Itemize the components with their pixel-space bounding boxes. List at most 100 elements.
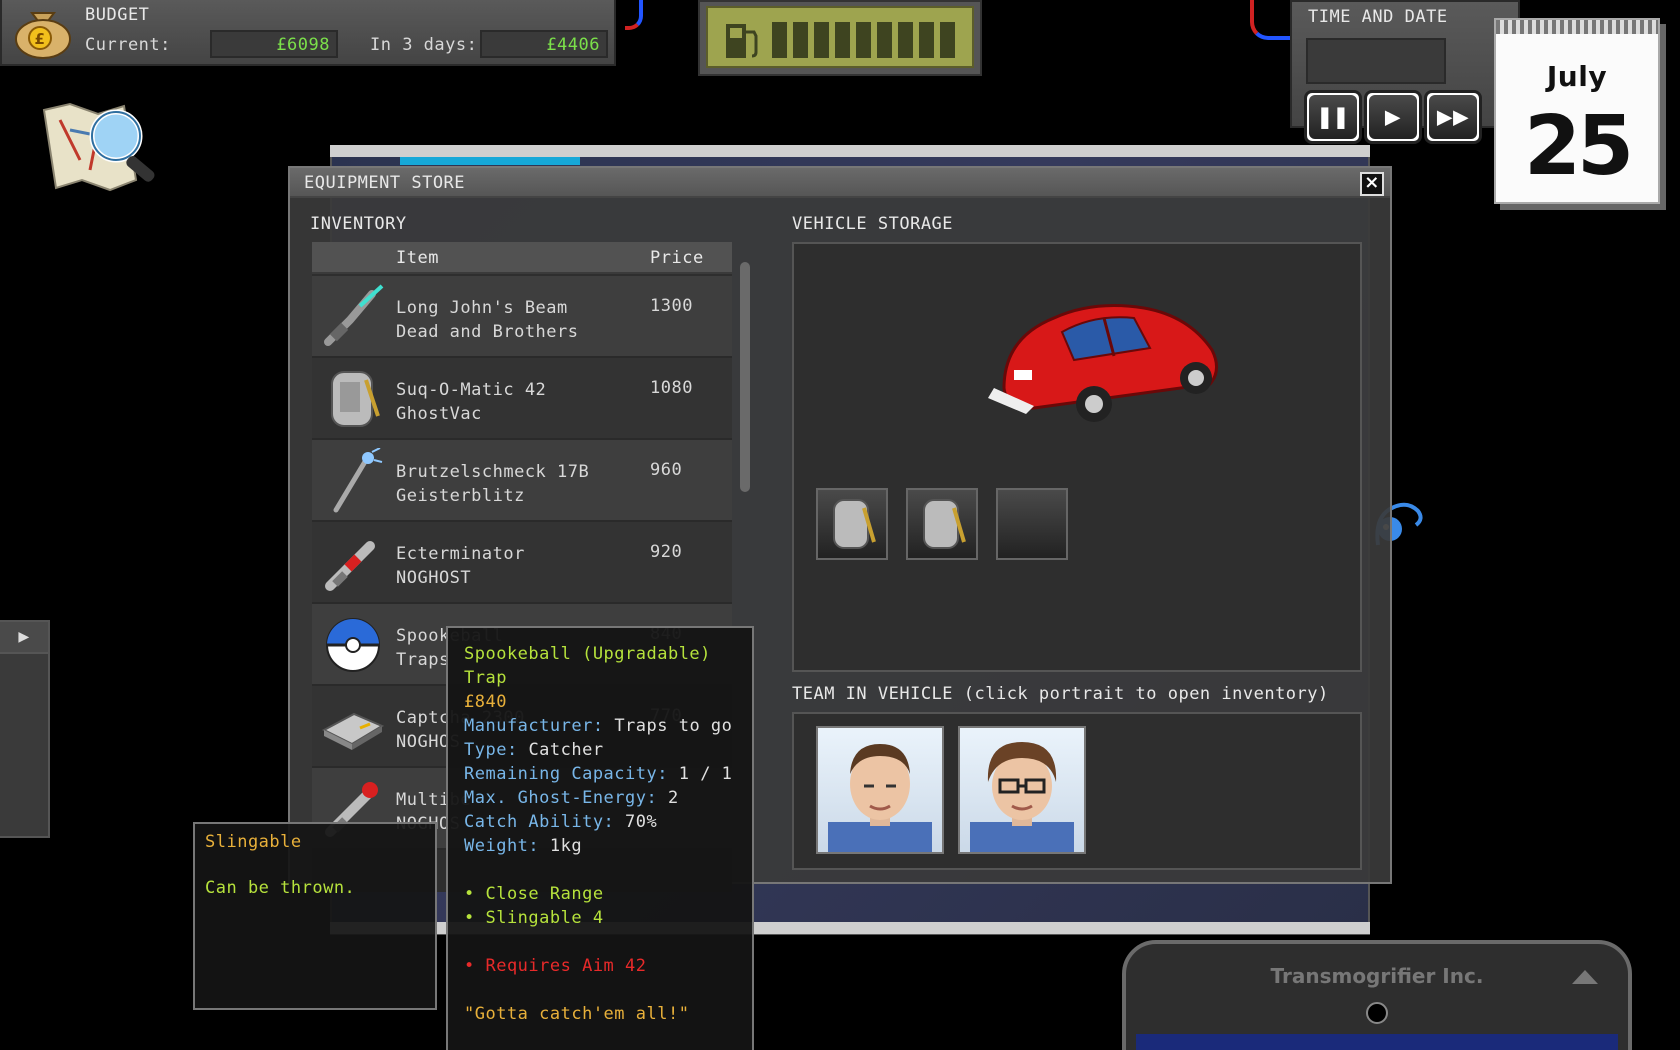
tooltip-catch-ability: Catch Ability: 70% <box>464 812 658 832</box>
play-icon: ▶ <box>1369 95 1417 139</box>
fuel-bar <box>793 22 808 58</box>
fuel-display <box>706 6 974 68</box>
expand-side-panel-button[interactable]: ▶ <box>0 622 48 654</box>
table-row[interactable]: Ecterminator NOGHOST 920 <box>312 522 732 604</box>
vehicle-storage-panel <box>792 242 1362 672</box>
window-titlebar: EQUIPMENT STORE × <box>290 168 1390 198</box>
calendar-month: July <box>1546 60 1608 93</box>
fuel-level-bars <box>772 22 955 58</box>
table-row[interactable]: Brutzelschmeck 17B Geisterblitz 960 <box>312 440 732 522</box>
person-icon <box>828 744 932 852</box>
close-button[interactable]: × <box>1360 172 1384 196</box>
map-ruler-top <box>330 145 1370 157</box>
play-button[interactable]: ▶ <box>1364 90 1422 144</box>
forecast-budget-label: In 3 days: <box>370 35 478 55</box>
calendar: July 25 <box>1494 18 1660 204</box>
tooltip-perk: • Close Range <box>464 884 604 904</box>
tooltip-ghost-energy: Max. Ghost-Energy: 2 <box>464 788 679 808</box>
time-display <box>1306 38 1446 84</box>
tooltip-manufacturer: Manufacturer: Traps to go <box>464 716 733 736</box>
item-price: 920 <box>650 542 683 562</box>
vehicle-slot[interactable] <box>816 488 888 560</box>
fuel-bar <box>877 22 892 58</box>
item-price: 1080 <box>650 378 693 398</box>
item-name: Suq-O-Matic 42 <box>396 380 547 400</box>
tooltip-perk: • Slingable 4 <box>464 908 604 928</box>
fuel-bar <box>856 22 871 58</box>
column-header-price[interactable]: Price <box>650 248 704 268</box>
vehicle-storage-heading: VEHICLE STORAGE <box>792 214 954 234</box>
item-price: 960 <box>650 460 683 480</box>
tooltip-description: Can be thrown. <box>205 878 356 898</box>
tooltip-quote: "Gotta catch'em all!" <box>464 1004 690 1024</box>
inventory-heading: INVENTORY <box>310 214 407 234</box>
vehicle-slot-empty[interactable] <box>996 488 1068 560</box>
window-title: EQUIPMENT STORE <box>304 173 466 193</box>
device-screen <box>1136 1034 1618 1050</box>
ghost-vacuum-icon <box>923 499 966 549</box>
tooltip-capacity: Remaining Capacity: 1 / 1 <box>464 764 733 784</box>
budget-title: BUDGET <box>85 5 150 25</box>
calendar-day: 25 <box>1523 99 1634 194</box>
table-row[interactable]: Long John's Beam Dead and Brothers 1300 <box>312 276 732 358</box>
fuel-bar <box>898 22 913 58</box>
map-river <box>400 157 580 165</box>
fuel-bar <box>940 22 955 58</box>
svg-text:£: £ <box>35 30 46 48</box>
perk-tooltip: Slingable Can be thrown. <box>193 822 437 1010</box>
cable-decoration <box>1250 0 1290 40</box>
team-member-portrait[interactable] <box>958 726 1086 854</box>
item-tooltip: Spookeball (Upgradable) Trap £840 Manufa… <box>446 626 754 1050</box>
fuel-bar <box>814 22 829 58</box>
item-maker: GhostVac <box>396 404 482 424</box>
current-budget-label: Current: <box>85 35 171 55</box>
forecast-budget-value: £4406 <box>480 30 608 58</box>
pause-icon: ❚❚ <box>1309 95 1357 139</box>
fuel-bar <box>835 22 850 58</box>
ghost-vacuum-icon <box>833 499 876 549</box>
fuel-bar <box>919 22 934 58</box>
tooltip-item-price: £840 <box>464 692 507 712</box>
pause-button[interactable]: ❚❚ <box>1304 90 1362 144</box>
tooltip-weight: Weight: 1kg <box>464 836 583 856</box>
table-row[interactable]: Suq-O-Matic 42 GhostVac 1080 <box>312 358 732 440</box>
inventory-scrollbar[interactable] <box>740 262 750 492</box>
time-and-date-title: TIME AND DATE <box>1308 7 1448 27</box>
team-panel <box>792 712 1362 870</box>
camera-icon <box>1366 1002 1388 1024</box>
vehicle-slot[interactable] <box>906 488 978 560</box>
tooltip-item-category: Trap <box>464 668 507 688</box>
tooltip-type: Type: Catcher <box>464 740 604 760</box>
lightning-staff-icon <box>333 448 383 513</box>
item-price: 1300 <box>650 296 693 316</box>
item-maker: NOGHOST <box>396 568 472 588</box>
item-name: Long John's Beam <box>396 298 568 318</box>
person-icon <box>970 742 1074 852</box>
spookeball-icon <box>326 618 380 672</box>
beam-gun-icon <box>324 284 384 346</box>
item-name: Ecterminator <box>396 544 525 564</box>
ghost-vacuum-icon <box>331 371 380 427</box>
column-header-item[interactable]: Item <box>396 248 439 268</box>
item-name: Brutzelschmeck 17B <box>396 462 590 482</box>
team-member-portrait[interactable] <box>816 726 944 854</box>
current-budget-value: £6098 <box>210 30 338 58</box>
team-in-vehicle-heading: TEAM IN VEHICLE (click portrait to open … <box>792 684 1329 704</box>
money-bag-icon: £ <box>15 12 71 59</box>
calendar-binding <box>1496 20 1658 34</box>
side-panel: ▶ <box>0 620 50 838</box>
tooltip-item-name: Spookeball (Upgradable) <box>464 644 711 664</box>
fast-forward-button[interactable]: ▶▶ <box>1424 90 1482 144</box>
budget-panel: £ BUDGET Current: £6098 In 3 days: £4406 <box>0 0 616 66</box>
trap-box-icon <box>321 712 385 750</box>
car-icon <box>988 304 1218 422</box>
tooltip-requirement: • Requires Aim 42 <box>464 956 647 976</box>
device-brand: Transmogrifier Inc. <box>1270 964 1484 988</box>
fast-forward-icon: ▶▶ <box>1429 95 1477 139</box>
fuel-pump-icon <box>726 24 758 58</box>
item-maker: Dead and Brothers <box>396 322 579 342</box>
transmogrifier-device[interactable]: Transmogrifier Inc. <box>1122 940 1632 1050</box>
map-search-icon[interactable] <box>40 100 165 195</box>
fuel-bar <box>772 22 787 58</box>
expand-arrow-icon[interactable] <box>1572 970 1598 984</box>
